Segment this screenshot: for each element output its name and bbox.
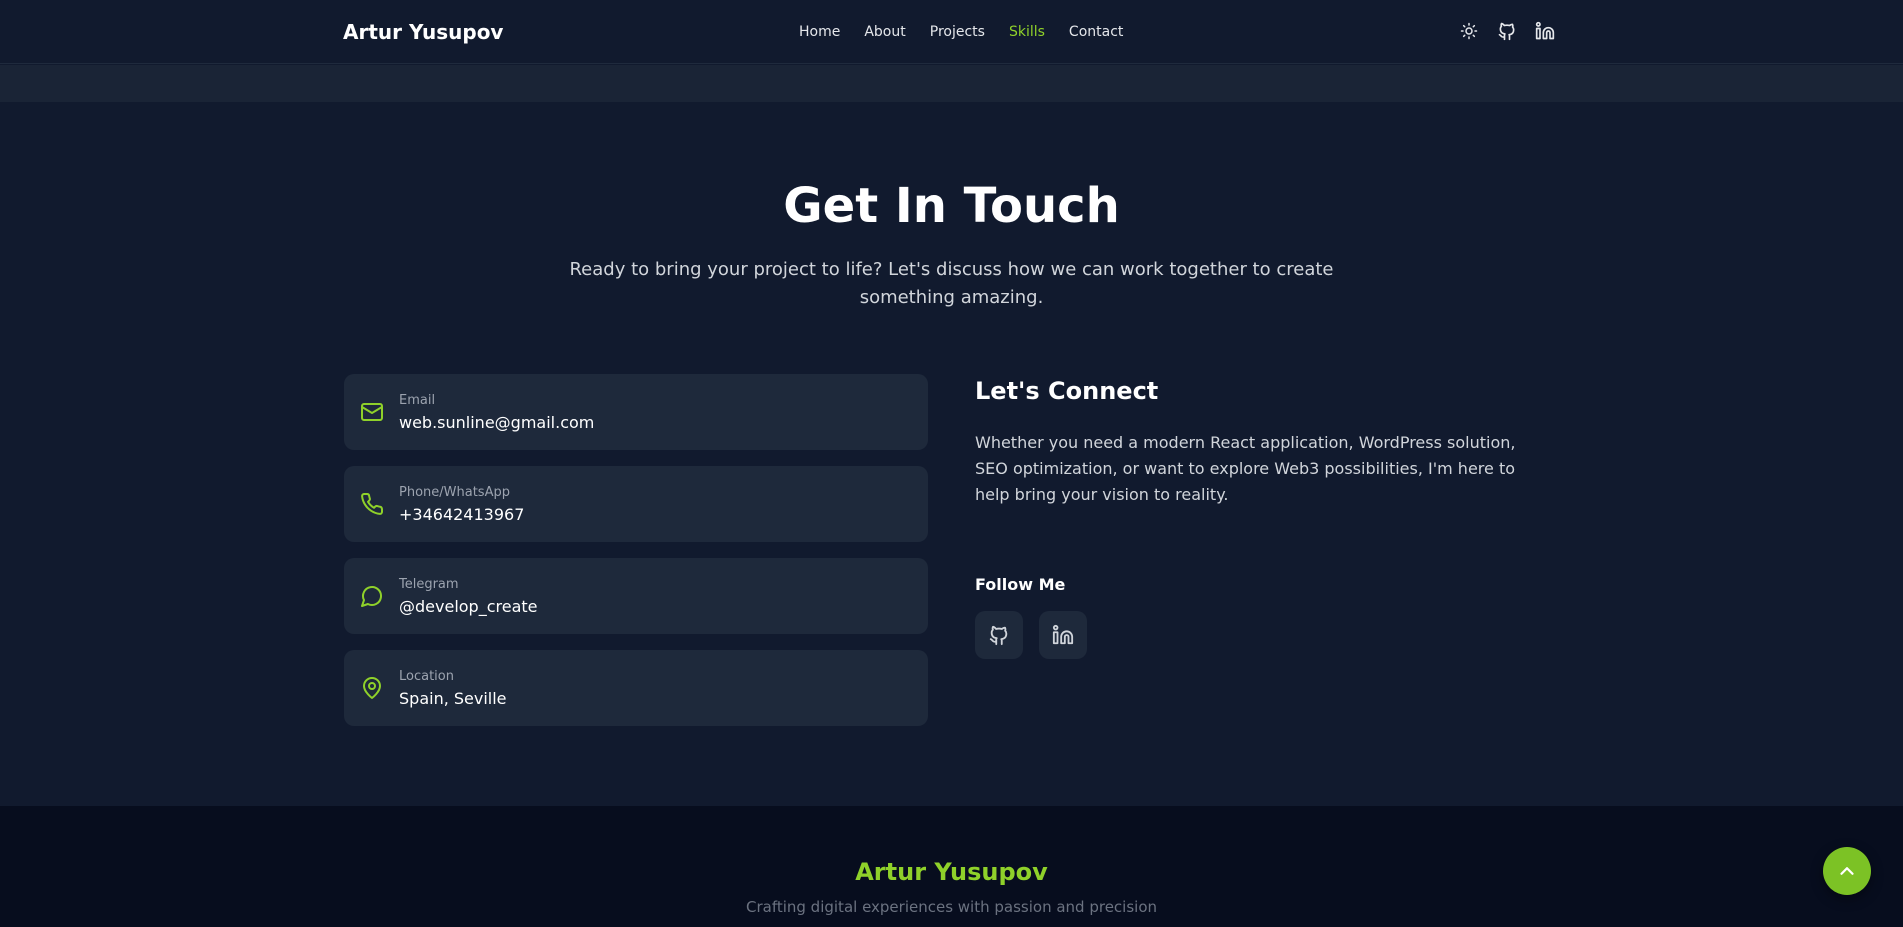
footer-tagline: Crafting digital experiences with passio… [745, 898, 1157, 916]
navbar: Artur Yusupov Home About Projects Skills… [0, 0, 1903, 64]
contact-value: Spain, Seville [399, 689, 507, 708]
chat-icon [360, 584, 384, 608]
contact-label: Telegram [399, 577, 459, 592]
contact-card-phone[interactable]: Phone/WhatsApp +34642413967 [344, 466, 928, 542]
section-divider-strip [0, 65, 1903, 102]
footer: Artur Yusupov Crafting digital experienc… [0, 806, 1903, 927]
nav-icons [1457, 19, 1557, 43]
contact-label: Email [399, 393, 436, 408]
github-social-button[interactable] [975, 611, 1023, 659]
mail-icon [360, 400, 384, 424]
linkedin-icon[interactable] [1533, 19, 1557, 43]
scroll-to-top-button[interactable] [1823, 847, 1871, 895]
connect-description: Whether you need a modern React applicat… [975, 433, 1516, 504]
phone-icon [360, 492, 384, 516]
nav-link-home[interactable]: Home [799, 24, 840, 40]
map-pin-icon [360, 676, 384, 700]
chevron-up-icon [1840, 867, 1854, 875]
contact-value[interactable]: @develop_create [399, 597, 538, 616]
contact-card-email[interactable]: Email web.sunline@gmail.com [344, 374, 928, 450]
contact-value[interactable]: +34642413967 [399, 505, 524, 524]
follow-title: Follow Me [975, 575, 1066, 594]
section-subtitle: Ready to bring your project to life? Let… [569, 259, 1334, 308]
brand-logo[interactable]: Artur Yusupov [343, 20, 503, 44]
contact-label: Location [399, 669, 454, 684]
contact-card-location[interactable]: Location Spain, Seville [344, 650, 928, 726]
linkedin-icon [1052, 624, 1074, 645]
nav-link-projects[interactable]: Projects [930, 24, 985, 40]
connect-title: Let's Connect [975, 377, 1159, 405]
linkedin-social-button[interactable] [1039, 611, 1087, 659]
contact-value[interactable]: web.sunline@gmail.com [399, 413, 594, 432]
github-icon[interactable] [1495, 19, 1519, 43]
nav-link-contact[interactable]: Contact [1069, 24, 1123, 40]
nav-links: Home About Projects Skills Contact [799, 24, 1147, 40]
contact-cards: Email web.sunline@gmail.com Phone/WhatsA… [344, 374, 928, 742]
github-icon [989, 625, 1008, 646]
nav-link-skills[interactable]: Skills [1009, 24, 1045, 40]
footer-brand: Artur Yusupov [855, 858, 1048, 886]
nav-link-about[interactable]: About [864, 24, 905, 40]
social-links [975, 611, 1087, 659]
contact-card-telegram[interactable]: Telegram @develop_create [344, 558, 928, 634]
contact-label: Phone/WhatsApp [399, 485, 510, 500]
section-title: Get In Touch [783, 178, 1120, 234]
sun-icon[interactable] [1457, 19, 1481, 43]
